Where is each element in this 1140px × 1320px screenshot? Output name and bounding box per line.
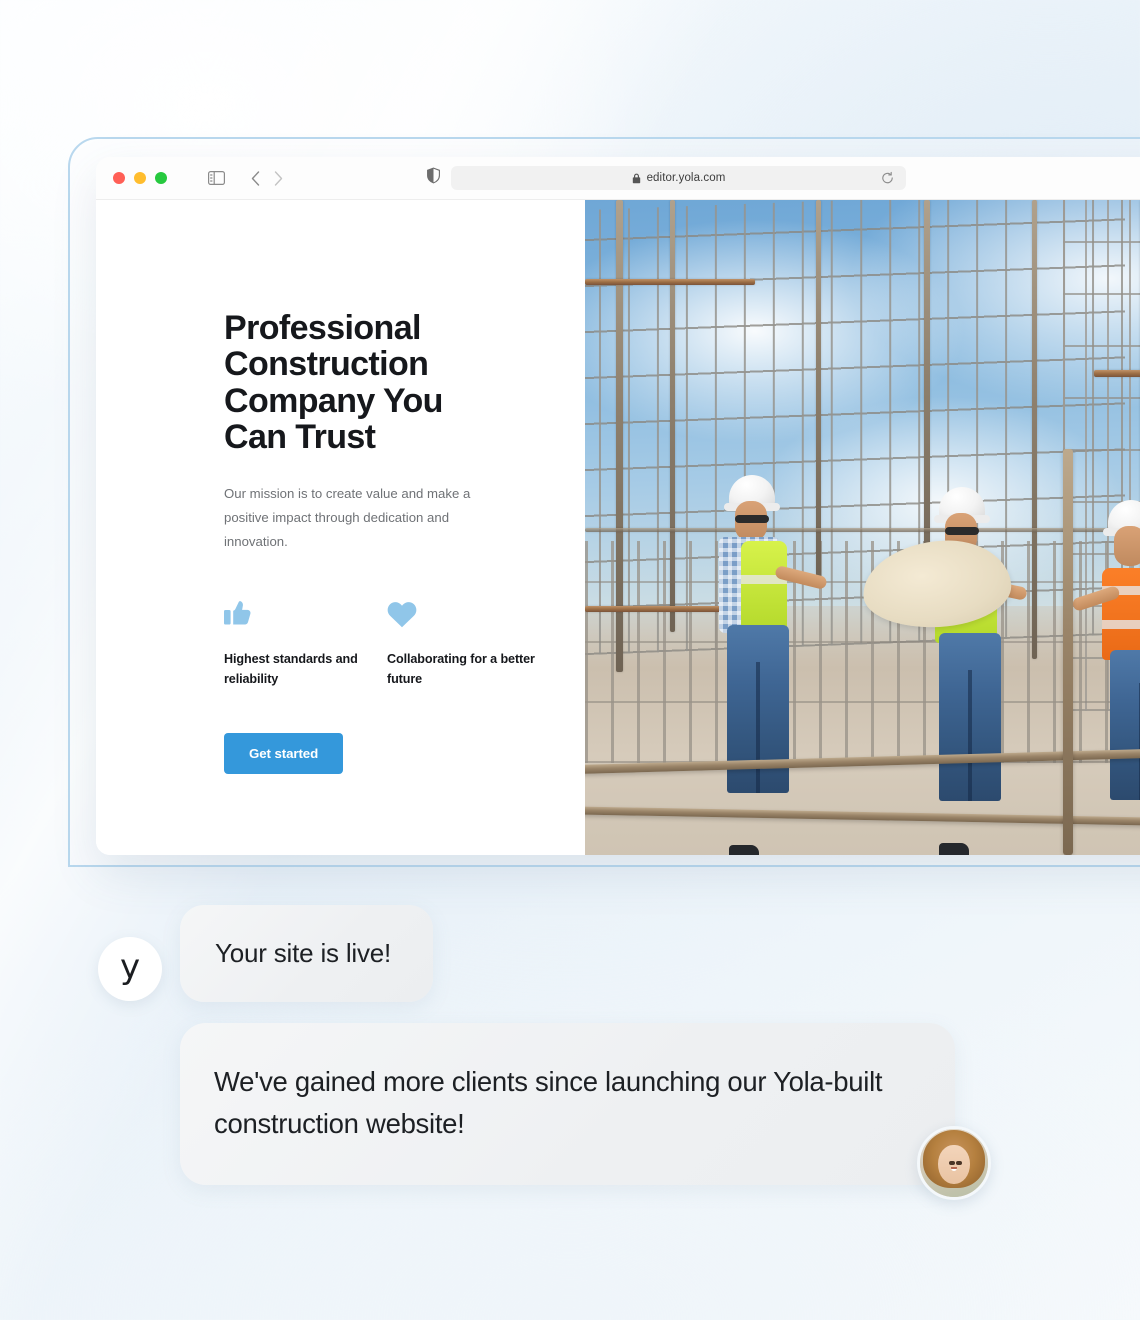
feature-label: Collaborating for a better future	[387, 651, 535, 686]
feature-item-collaboration: Collaborating for a better future	[387, 596, 550, 690]
hero-photo	[585, 200, 1140, 855]
maximize-window-button[interactable]	[155, 172, 167, 184]
worker-center	[909, 475, 1029, 855]
back-navigation-icon[interactable]	[251, 170, 260, 186]
window-traffic-lights	[113, 172, 167, 184]
get-started-button[interactable]: Get started	[224, 733, 344, 775]
page-title: Professional Construction Company You Ca…	[224, 309, 443, 457]
thumbs-up-icon	[224, 596, 387, 628]
url-text: editor.yola.com	[646, 172, 726, 184]
close-window-button[interactable]	[113, 172, 125, 184]
yola-logo-avatar: y	[98, 936, 162, 1001]
chat-row-brand: y Your site is live!	[98, 905, 434, 1002]
heart-icon	[387, 596, 550, 628]
chat-bubble-site-live: Your site is live!	[180, 905, 434, 1002]
sidebar-toggle-icon[interactable]	[208, 171, 225, 185]
website-preview: Professional Construction Company You Ca…	[96, 200, 1140, 855]
browser-window: editor.yola.com Professional Constructio…	[96, 157, 1140, 855]
feature-label: Highest standards and reliability	[224, 651, 358, 686]
feature-item-standards: Highest standards and reliability	[224, 596, 387, 690]
construction-site-photo	[585, 200, 1140, 855]
minimize-window-button[interactable]	[134, 172, 146, 184]
worker-right	[1071, 482, 1140, 855]
reload-icon[interactable]	[881, 171, 894, 185]
hero-text-column: Professional Construction Company You Ca…	[96, 200, 585, 855]
yola-logo-letter: y	[119, 946, 141, 987]
lock-icon	[632, 173, 641, 184]
feature-list: Highest standards and reliability Collab…	[224, 596, 585, 690]
privacy-shield-icon[interactable]	[427, 167, 440, 189]
browser-toolbar: editor.yola.com	[96, 157, 1140, 200]
forward-navigation-icon[interactable]	[274, 170, 283, 186]
hero-subtitle: Our mission is to create value and make …	[224, 485, 471, 549]
worker-left	[701, 475, 828, 855]
avatar	[917, 1125, 991, 1200]
address-bar[interactable]: editor.yola.com	[451, 166, 906, 190]
chat-bubble-testimonial: We've gained more clients since launchin…	[180, 1023, 955, 1185]
chat-row-testimonial: We've gained more clients since launchin…	[180, 1023, 991, 1200]
